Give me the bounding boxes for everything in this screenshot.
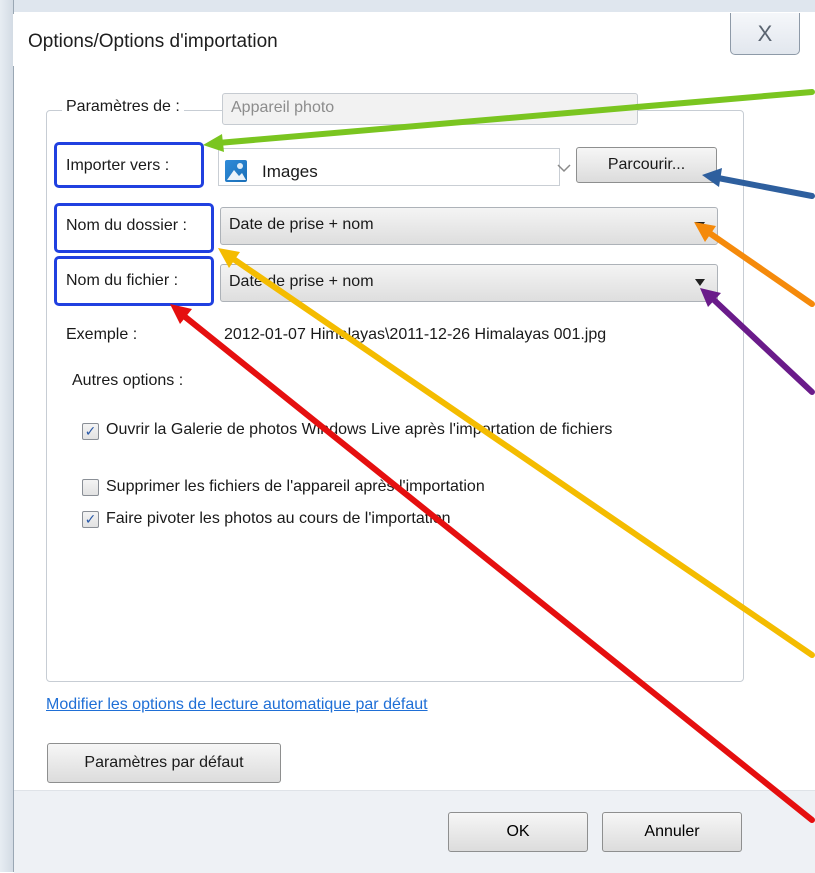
destination-folder-name: Images [262, 162, 318, 181]
background-window-strip [0, 0, 815, 12]
example-label: Exemple : [66, 326, 138, 343]
checkbox-delete-files-label: Supprimer les fichiers de l'appareil apr… [106, 478, 485, 495]
import-to-label: Importer vers : [66, 157, 170, 174]
close-button[interactable]: X [730, 13, 800, 55]
checkbox-rotate-photos-label: Faire pivoter les photos au cours de l'i… [106, 510, 451, 527]
options-group-box [46, 110, 744, 682]
close-icon: X [757, 20, 773, 46]
default-settings-button[interactable]: Paramètres par défaut [47, 743, 281, 783]
window-title: Options/Options d'importation [28, 31, 278, 52]
browse-button[interactable]: Parcourir... [576, 147, 717, 183]
checkmark-icon: ✓ [84, 423, 97, 439]
checkmark-icon: ✓ [84, 511, 97, 527]
file-name-value: Date de prise + nom [229, 273, 374, 290]
file-name-label: Nom du fichier : [66, 272, 179, 289]
checkbox-open-gallery[interactable]: ✓ [82, 423, 99, 440]
images-folder-icon [225, 160, 247, 182]
autoplay-options-link[interactable]: Modifier les options de lecture automati… [46, 696, 428, 714]
device-field: Appareil photo [222, 93, 638, 125]
chevron-down-icon[interactable] [557, 160, 571, 178]
ok-button[interactable]: OK [448, 812, 588, 852]
window-frame-left [0, 0, 14, 872]
folder-name-dropdown[interactable]: Date de prise + nom [220, 207, 718, 245]
dropdown-arrow-icon [695, 279, 705, 286]
example-value: 2012-01-07 Himalayas\2011-12-26 Himalaya… [224, 326, 607, 343]
checkbox-open-gallery-label: Ouvrir la Galerie de photos Windows Live… [106, 421, 613, 438]
cancel-button[interactable]: Annuler [602, 812, 742, 852]
settings-for-label: Paramètres de : [62, 98, 184, 116]
other-options-label: Autres options : [72, 372, 184, 389]
checkbox-delete-files[interactable] [82, 479, 99, 496]
folder-name-label: Nom du dossier : [66, 217, 187, 234]
dropdown-arrow-icon [695, 222, 705, 229]
file-name-dropdown[interactable]: Date de prise + nom [220, 264, 718, 302]
checkbox-rotate-photos[interactable]: ✓ [82, 511, 99, 528]
folder-name-value: Date de prise + nom [229, 216, 374, 233]
